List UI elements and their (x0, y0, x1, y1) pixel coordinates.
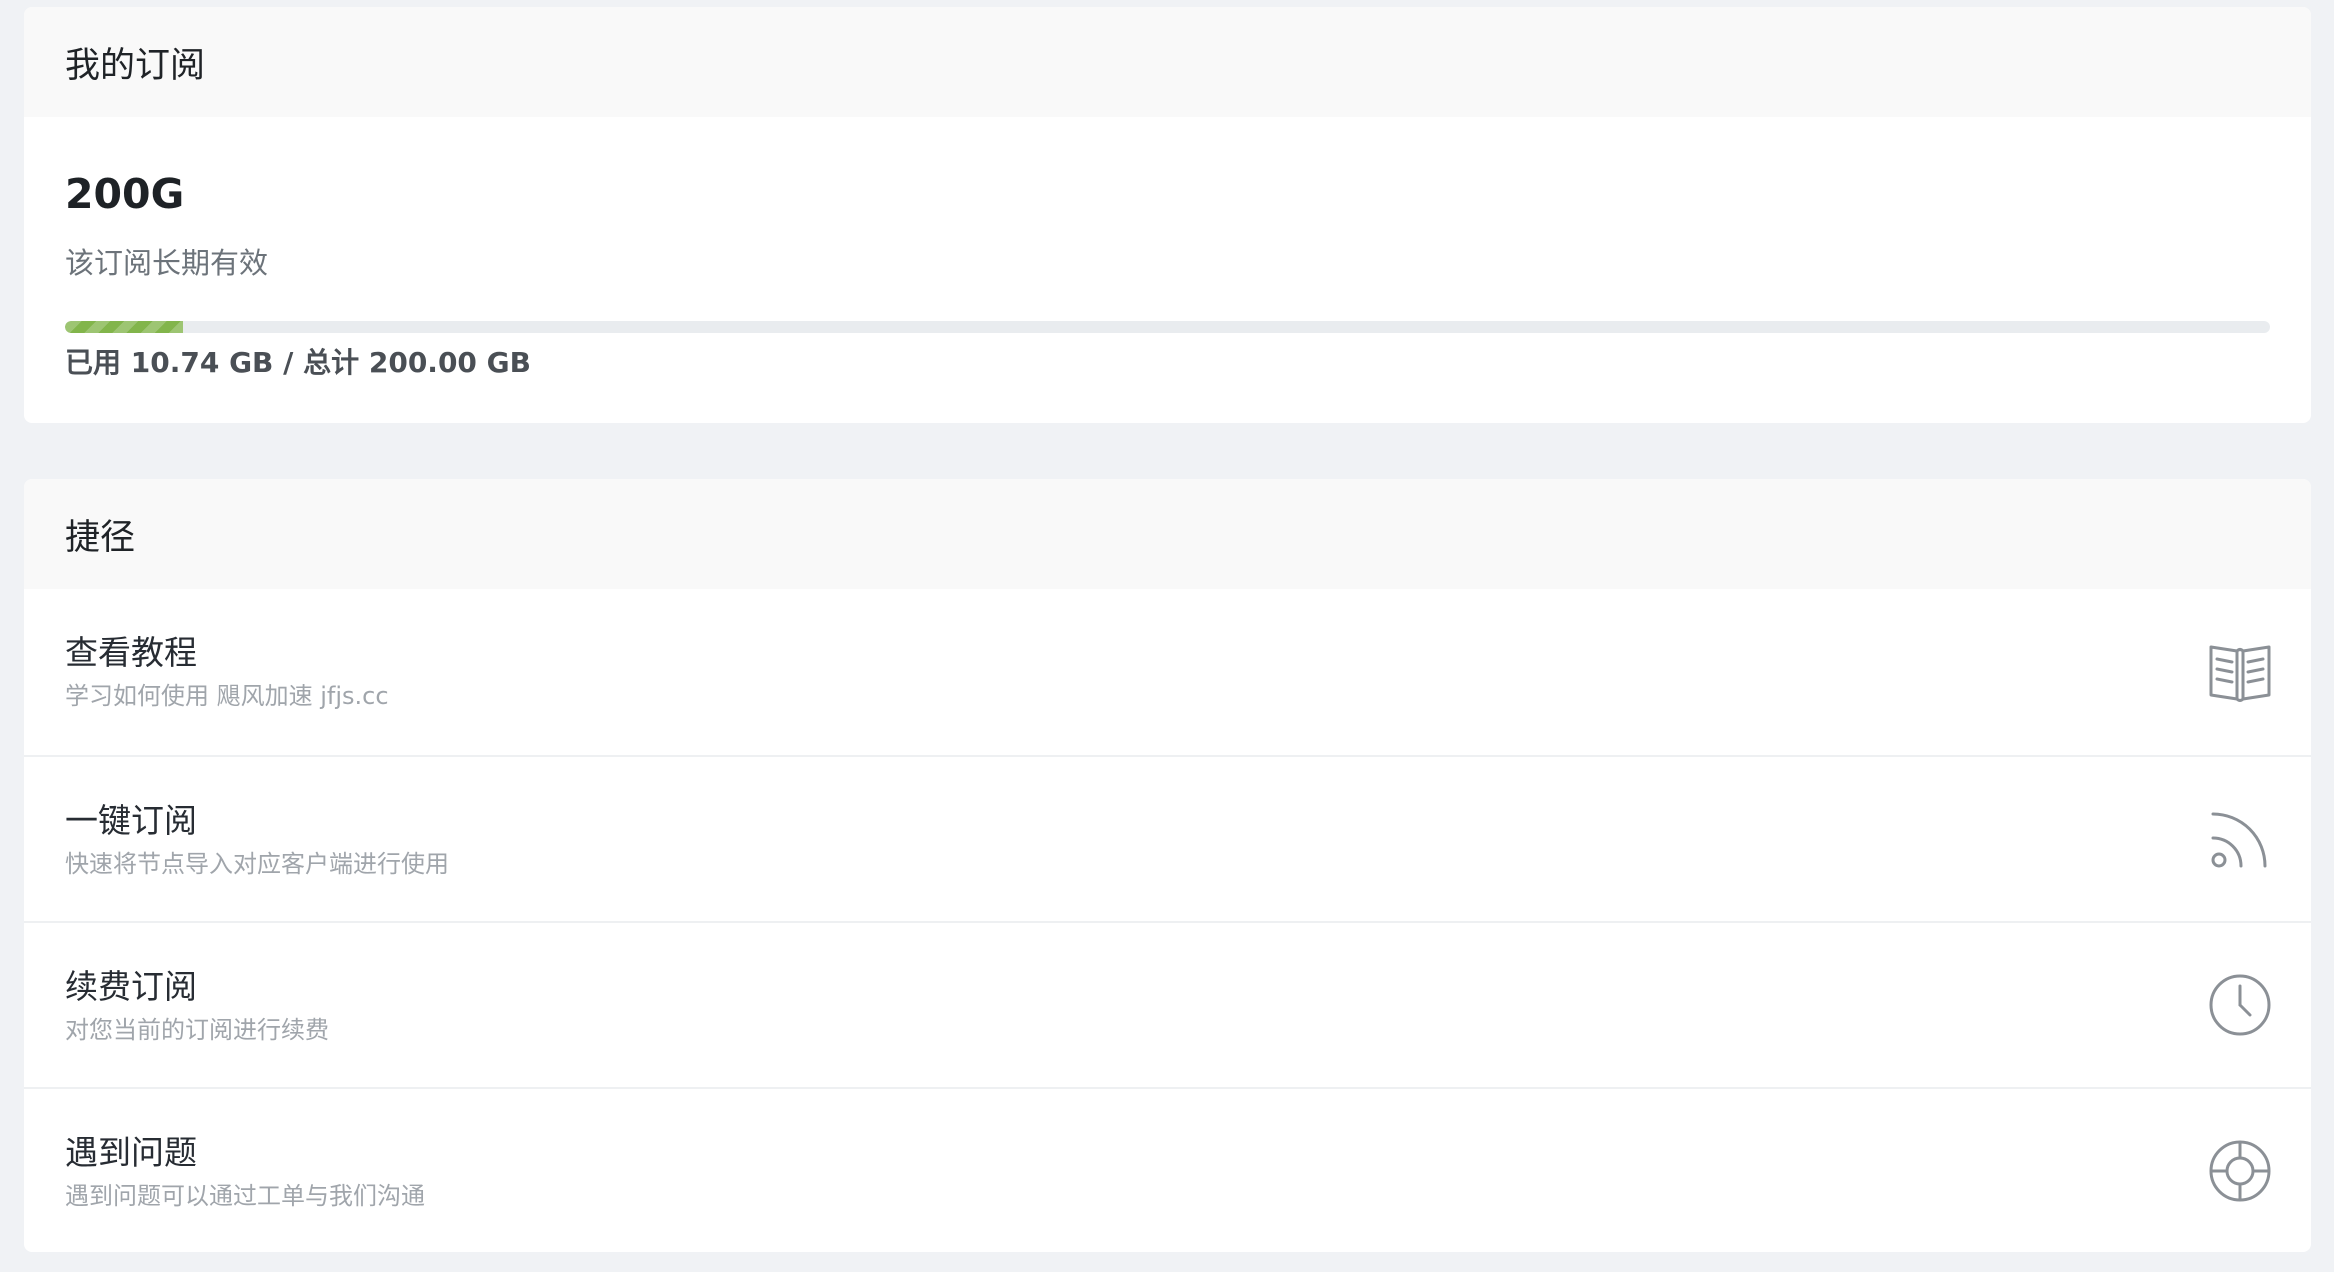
usage-text: 已用 10.74 GB / 总计 200.00 GB (65, 346, 531, 379)
shortcut-title: 续费订阅 (65, 967, 197, 1006)
shortcut-renew-subscription[interactable]: 续费订阅 对您当前的订阅进行续费 (24, 921, 2311, 1087)
usage-progress-bar (65, 321, 2270, 333)
shortcuts-card: 捷径 查看教程 学习如何使用 飓风加速 jfjs.cc 一键订阅 快速将节点导入… (24, 479, 2311, 1252)
shortcut-description: 对您当前的订阅进行续费 (65, 1016, 329, 1044)
shortcuts-card-title: 捷径 (65, 517, 136, 558)
shortcut-title: 遇到问题 (65, 1133, 197, 1172)
plan-validity: 该订阅长期有效 (65, 246, 269, 280)
usage-progress-fill (65, 321, 184, 333)
shortcut-one-click-subscribe[interactable]: 一键订阅 快速将节点导入对应客户端进行使用 (24, 755, 2311, 921)
plan-name: 200G (65, 170, 185, 218)
subscription-card: 我的订阅 200G 该订阅长期有效 已用 10.74 GB / 总计 200.0… (24, 7, 2311, 423)
shortcut-description: 学习如何使用 飓风加速 jfjs.cc (65, 682, 389, 710)
shortcut-view-tutorial[interactable]: 查看教程 学习如何使用 飓风加速 jfjs.cc (24, 589, 2311, 755)
rss-feed-icon (2207, 806, 2273, 872)
shortcuts-list: 查看教程 学习如何使用 飓风加速 jfjs.cc 一键订阅 快速将节点导入对应客… (24, 589, 2311, 1252)
subscription-card-title: 我的订阅 (65, 45, 206, 86)
lifebuoy-icon (2207, 1138, 2273, 1204)
book-open-icon (2207, 639, 2273, 705)
subscription-card-header: 我的订阅 (24, 7, 2311, 117)
clock-icon (2207, 972, 2273, 1038)
shortcut-get-help[interactable]: 遇到问题 遇到问题可以通过工单与我们沟通 (24, 1087, 2311, 1252)
shortcut-title: 一键订阅 (65, 801, 197, 840)
shortcut-description: 遇到问题可以通过工单与我们沟通 (65, 1182, 425, 1210)
shortcuts-card-header: 捷径 (24, 479, 2311, 589)
shortcut-description: 快速将节点导入对应客户端进行使用 (65, 850, 449, 878)
shortcut-title: 查看教程 (65, 633, 197, 672)
subscription-card-body: 200G 该订阅长期有效 已用 10.74 GB / 总计 200.00 GB (24, 169, 2311, 383)
